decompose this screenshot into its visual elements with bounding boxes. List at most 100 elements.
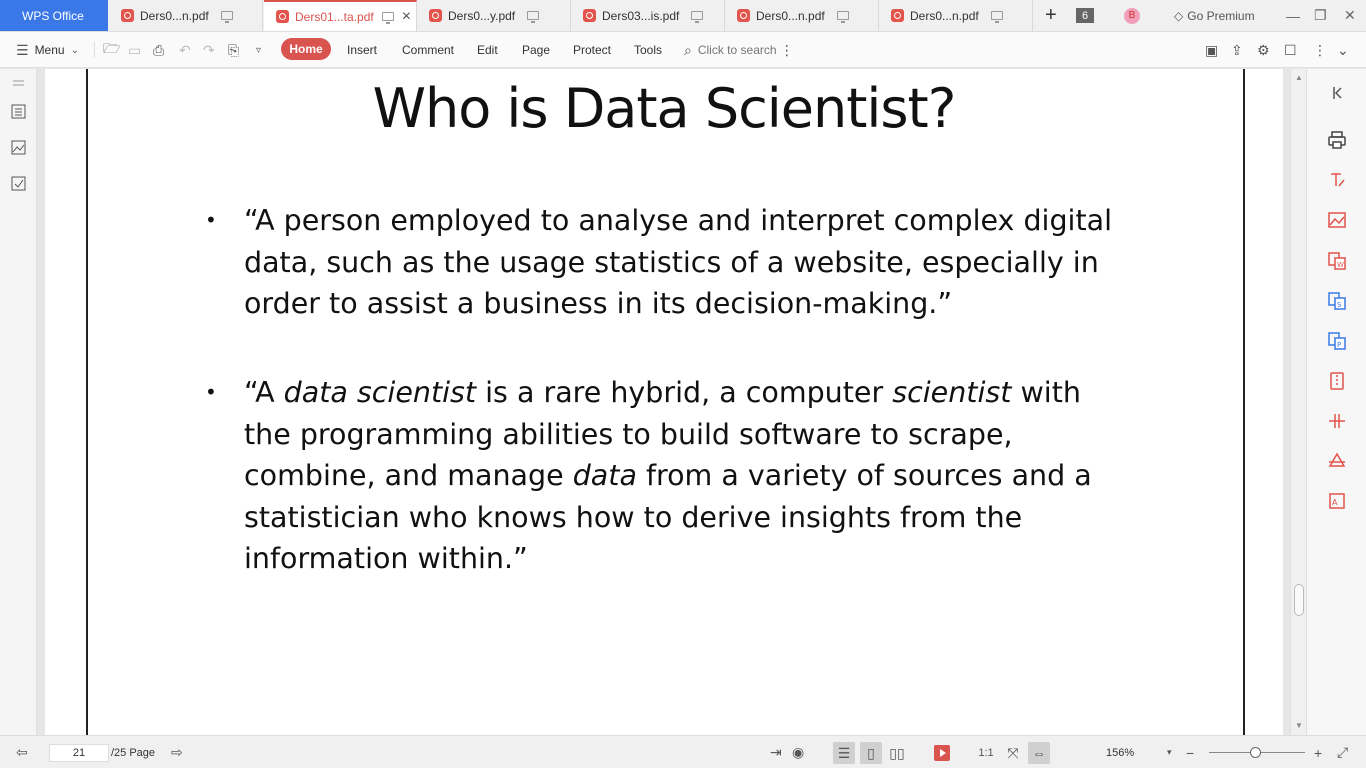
title-bar: WPS Office Ders0...n.pdf Ders01...ta.pdf… xyxy=(0,0,1366,32)
open-folder-icon[interactable]: 🗁 xyxy=(103,38,120,62)
search-input[interactable] xyxy=(697,43,778,57)
monitor-icon[interactable] xyxy=(990,11,1003,23)
watermark-icon[interactable] xyxy=(1327,451,1347,471)
redo-icon[interactable]: ↷ xyxy=(203,42,215,59)
undo-icon[interactable]: ↶ xyxy=(179,42,191,59)
single-page-button[interactable]: ▯ xyxy=(860,742,882,764)
monitor-icon[interactable] xyxy=(381,12,394,24)
zoom-out-icon[interactable]: − xyxy=(1186,745,1194,761)
close-tab-icon[interactable]: × xyxy=(402,8,411,26)
more-dropdown-icon[interactable]: ▿ xyxy=(256,45,261,56)
zoom-dropdown-icon[interactable]: ▾ xyxy=(1167,747,1172,758)
tab-count-badge[interactable]: 6 xyxy=(1076,8,1094,23)
collapse-panel-icon[interactable] xyxy=(1327,83,1347,103)
comment-bubble-icon[interactable]: ☐ xyxy=(1284,42,1297,59)
compress-icon[interactable] xyxy=(1327,371,1347,391)
zoom-slider-handle[interactable] xyxy=(1250,747,1261,758)
pdf-icon xyxy=(583,9,596,22)
save-icon[interactable]: ▭ xyxy=(128,42,141,59)
close-window-icon[interactable]: ✕ xyxy=(1344,7,1356,24)
document-tab-5[interactable]: Ders0...n.pdf xyxy=(725,0,879,31)
tab-tools[interactable]: Tools xyxy=(634,32,662,68)
bullet-dot: • xyxy=(205,380,217,404)
search-box[interactable]: ⌕ ⋮ xyxy=(684,32,794,68)
pdf-to-excel-icon[interactable]: S xyxy=(1327,291,1347,311)
split-merge-icon[interactable] xyxy=(1327,411,1347,431)
fit-page-button[interactable]: ⤧ xyxy=(1002,742,1024,764)
vertical-scrollbar[interactable]: ▲ ▼ xyxy=(1290,69,1306,735)
print-icon[interactable]: ⎙ xyxy=(153,42,164,59)
two-page-button[interactable]: ▯▯ xyxy=(886,742,908,764)
bullet-dot: • xyxy=(205,208,217,232)
next-page-icon[interactable]: ⇨ xyxy=(171,744,183,761)
eye-protection-icon[interactable]: ◉ xyxy=(792,744,804,761)
document-viewport[interactable]: Who is Data Scientist? • “A person emplo… xyxy=(37,69,1290,735)
monitor-icon[interactable] xyxy=(527,11,540,23)
pdf-icon xyxy=(121,9,134,22)
monitor-icon[interactable] xyxy=(691,11,704,23)
monitor-icon[interactable] xyxy=(220,11,233,23)
tab-edit[interactable]: Edit xyxy=(477,32,498,68)
total-pages-label: /25 Page xyxy=(111,746,156,759)
document-tab-3[interactable]: Ders0...y.pdf xyxy=(417,0,571,31)
ribbon-toolbar: ☰ Menu ⌄ 🗁 ▭ ⎙ ↶ ↷ ⎘ ▿ Home Insert Comme… xyxy=(0,32,1366,68)
left-sidebar xyxy=(0,69,37,735)
tab-protect[interactable]: Protect xyxy=(573,32,611,68)
scroll-thumb[interactable] xyxy=(1294,584,1304,616)
drag-handle-icon[interactable] xyxy=(10,77,27,94)
actual-size-button[interactable]: 1:1 xyxy=(975,742,997,764)
menu-button[interactable]: ☰ Menu ⌄ xyxy=(16,32,79,68)
svg-text:W: W xyxy=(1337,261,1344,269)
document-tab-2[interactable]: Ders01...ta.pdf × xyxy=(264,0,417,31)
share-icon[interactable]: ⇪ xyxy=(1231,42,1243,59)
scroll-up-icon[interactable]: ▲ xyxy=(1295,73,1303,82)
scroll-down-icon[interactable]: ▼ xyxy=(1295,721,1303,730)
text-edit-icon[interactable] xyxy=(1327,170,1347,190)
go-premium-button[interactable]: ◇ Go Premium xyxy=(1174,9,1255,23)
screen-cast-icon[interactable]: ▣ xyxy=(1205,42,1218,59)
tab-home[interactable]: Home xyxy=(281,38,331,60)
more-vertical-icon[interactable]: ⋮ xyxy=(780,42,794,59)
export-icon[interactable]: ⎘ xyxy=(228,42,239,59)
image-icon[interactable] xyxy=(1327,210,1347,230)
pdf-to-word-icon[interactable]: W xyxy=(1327,251,1347,271)
translate-icon[interactable]: A xyxy=(1327,491,1347,511)
bookmark-icon[interactable] xyxy=(10,175,27,192)
actual-size-icon: 1:1 xyxy=(978,747,994,759)
outline-icon[interactable] xyxy=(10,103,27,120)
tab-insert[interactable]: Insert xyxy=(347,32,377,68)
print-icon[interactable] xyxy=(1327,130,1347,150)
fullscreen-icon[interactable]: ⤢ xyxy=(1337,744,1348,761)
minimize-icon[interactable]: — xyxy=(1286,8,1300,24)
document-tab-1[interactable]: Ders0...n.pdf xyxy=(109,0,263,31)
zoom-level[interactable]: 156% xyxy=(1106,736,1134,768)
collapse-ribbon-icon[interactable]: ⌄ xyxy=(1337,42,1349,59)
wps-office-tab[interactable]: WPS Office xyxy=(0,0,108,31)
tab-comment[interactable]: Comment xyxy=(402,32,454,68)
tab-page[interactable]: Page xyxy=(522,32,550,68)
search-icon: ⌕ xyxy=(684,41,692,58)
page-number-input[interactable] xyxy=(49,744,109,762)
pdf-to-ppt-icon[interactable]: P xyxy=(1327,331,1347,351)
single-page-scroll-button[interactable]: ☰ xyxy=(833,742,855,764)
avatar[interactable]: B xyxy=(1124,7,1140,24)
hamburger-icon: ☰ xyxy=(16,41,29,58)
fit-width-button[interactable]: ⇔ xyxy=(1028,742,1050,764)
tab-label: Ders03...is.pdf xyxy=(602,8,680,23)
previous-page-icon[interactable]: ⇦ xyxy=(16,744,28,761)
restore-icon[interactable]: ❐ xyxy=(1314,7,1327,24)
crown-icon: ◇ xyxy=(1174,8,1184,23)
document-tab-6[interactable]: Ders0...n.pdf xyxy=(879,0,1033,31)
more-options-icon[interactable]: ⋮ xyxy=(1313,42,1327,59)
document-tab-4[interactable]: Ders03...is.pdf xyxy=(571,0,725,31)
fit-export-icon[interactable]: ⇥ xyxy=(770,744,782,761)
zoom-in-icon[interactable]: + xyxy=(1314,745,1322,761)
new-tab-icon[interactable]: + xyxy=(1045,4,1057,27)
pdf-icon xyxy=(891,9,904,22)
settings-gear-icon[interactable]: ⚙ xyxy=(1257,42,1270,59)
monitor-icon[interactable] xyxy=(836,11,849,23)
bullet-2-text: “A data scientist is a rare hybrid, a co… xyxy=(244,376,1092,575)
thumbnail-icon[interactable] xyxy=(10,139,27,156)
play-slideshow-button[interactable] xyxy=(931,742,953,764)
slide-title: Who is Data Scientist? xyxy=(372,77,957,140)
